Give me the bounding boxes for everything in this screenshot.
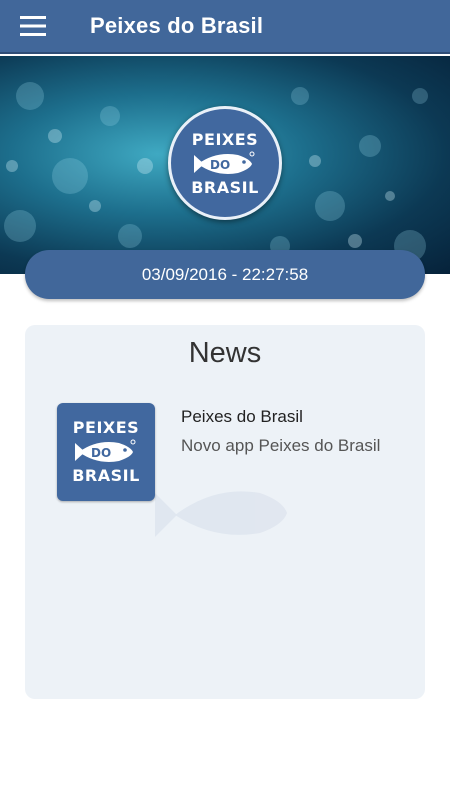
news-item[interactable]: PEIXES DO BRASIL Peixes do Brasil Novo a… (57, 403, 407, 503)
news-headline: Peixes do Brasil (181, 407, 303, 426)
news-heading: News (188, 337, 262, 369)
thumb-word-do: DO (91, 446, 112, 460)
logo-word-peixes: PEIXES (191, 130, 259, 149)
fish-icon: DO (194, 151, 256, 177)
news-card: News PEIXES DO BRASIL Peixes do Brasil N… (25, 325, 425, 699)
logo-word-brasil: BRASIL (191, 178, 259, 197)
fish-icon: DO (75, 439, 137, 465)
news-summary: Novo app Peixes do Brasil (181, 436, 381, 455)
news-thumbnail: PEIXES DO BRASIL (57, 403, 155, 501)
thumb-word-peixes: PEIXES (72, 418, 140, 437)
hamburger-menu-icon (20, 16, 46, 36)
app-logo: PEIXES DO BRASIL (168, 106, 282, 220)
hero-banner: PEIXES DO BRASIL (0, 56, 450, 274)
logo-watermark (155, 491, 287, 537)
logo-word-do: DO (210, 158, 231, 172)
datetime-banner: 03/09/2016 - 22:27:58 (25, 250, 425, 299)
app-title: Peixes do Brasil (90, 13, 264, 38)
news-text: Peixes do Brasil Novo app Peixes do Bras… (181, 407, 380, 503)
thumb-word-brasil: BRASIL (72, 466, 140, 485)
menu-button[interactable] (0, 0, 66, 53)
app-bar: Peixes do Brasil (0, 0, 450, 54)
